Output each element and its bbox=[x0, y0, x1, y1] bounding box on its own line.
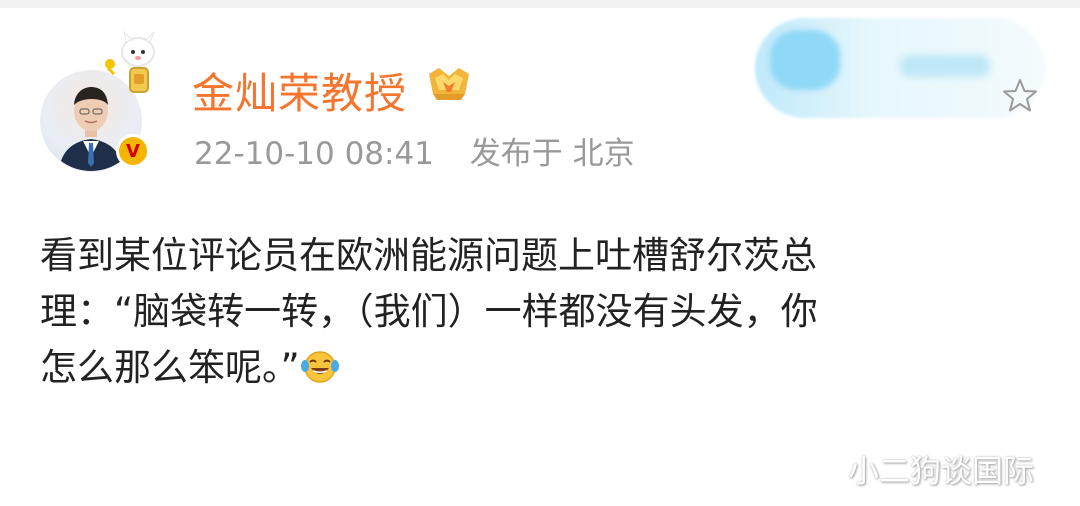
author-name[interactable]: 金灿荣教授 bbox=[192, 60, 407, 121]
post-location: 发布于 北京 bbox=[469, 136, 635, 172]
post-body: 看到某位评论员在欧洲能源问题上吐槽舒尔茨总 理：“脑袋转一转，（我们）一样都没有… bbox=[40, 228, 1040, 396]
post-text-line-1: 看到某位评论员在欧洲能源问题上吐槽舒尔茨总 bbox=[40, 234, 817, 277]
source-watermark: 小二狗谈国际 bbox=[848, 454, 1034, 490]
post-meta: 22-10-10 08:41 发布于 北京 bbox=[194, 128, 661, 173]
post-timestamp[interactable]: 22-10-10 08:41 bbox=[194, 136, 434, 172]
vip-crown-badge-icon[interactable] bbox=[425, 64, 473, 104]
post-text-line-2: 理：“脑袋转一转，（我们）一样都没有头发，你 bbox=[40, 290, 818, 333]
laugh-cry-emoji-icon bbox=[300, 351, 339, 383]
decorative-card-figure bbox=[770, 30, 840, 90]
post-text-line-3-wrap: 怎么那么笨呢。” bbox=[40, 340, 1040, 396]
avatar-pendant-decoration-icon bbox=[105, 30, 155, 93]
decorative-card-text-blur bbox=[900, 55, 990, 77]
favorite-star-icon[interactable] bbox=[1000, 76, 1040, 116]
post-text-line-3: 怎么那么笨呢。” bbox=[40, 346, 300, 389]
verified-v-icon: V bbox=[116, 134, 150, 168]
top-divider bbox=[0, 0, 1080, 8]
